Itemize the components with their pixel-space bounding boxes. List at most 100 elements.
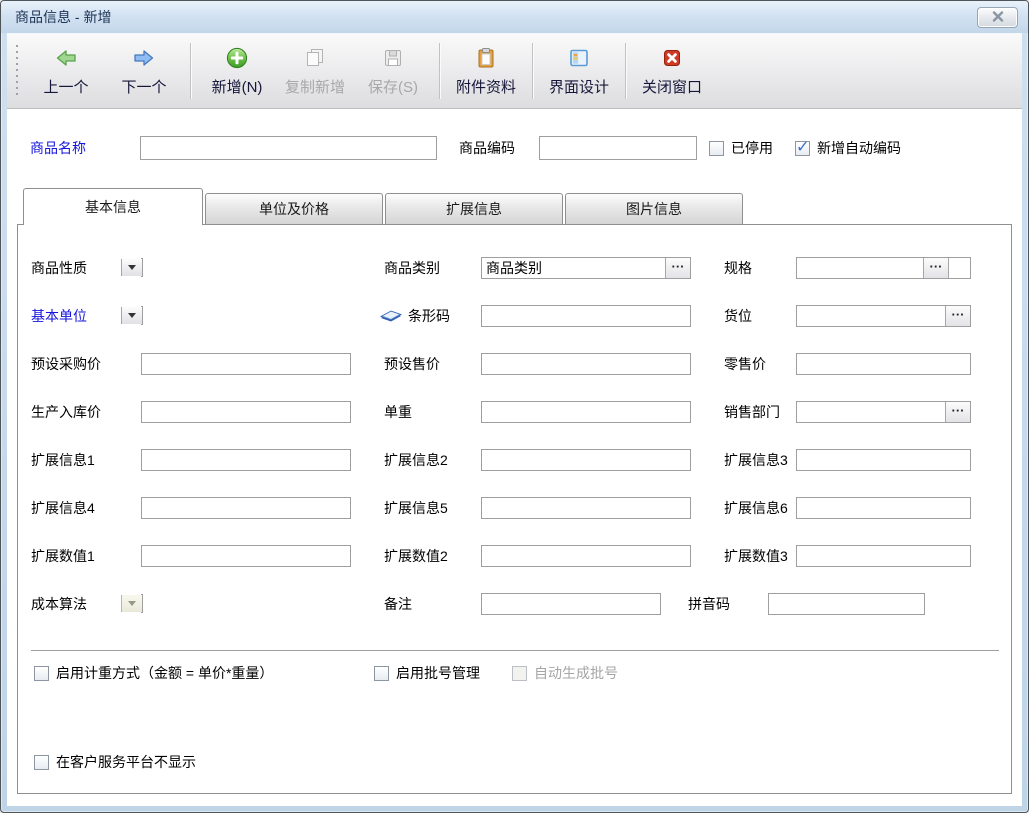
- pinyin-code-input[interactable]: [768, 593, 925, 615]
- product-code-label: 商品编码: [459, 138, 539, 158]
- ext-info-2-input[interactable]: [481, 449, 691, 471]
- sales-department-label: 销售部门: [724, 402, 796, 422]
- checkmark-icon: ✓: [796, 137, 809, 157]
- save-button[interactable]: 保存(S): [354, 37, 432, 105]
- weighing-mode-checkbox-label: 启用计重方式（金额 = 单价*重量）: [56, 663, 358, 683]
- checkbox-box[interactable]: [709, 141, 724, 156]
- tab-unit-price[interactable]: 单位及价格: [205, 193, 383, 224]
- preset-purchase-price-input[interactable]: [141, 353, 351, 375]
- ext-info-1-label: 扩展信息1: [31, 450, 141, 470]
- add-new-button[interactable]: 新增(N): [198, 37, 276, 105]
- ext-num-3-input[interactable]: [796, 545, 971, 567]
- production-in-price-input[interactable]: [141, 401, 351, 423]
- form-row: 扩展信息1 扩展信息2 扩展信息3: [18, 436, 1011, 484]
- previous-button[interactable]: 上一个: [27, 37, 105, 105]
- spec-browse-button[interactable]: ···: [923, 258, 948, 278]
- dialog-client-area: 上一个 下一个: [7, 33, 1022, 806]
- spec-extra-segment: [948, 258, 970, 278]
- remark-input[interactable]: [481, 593, 661, 615]
- book-icon: [378, 305, 404, 325]
- storage-bin-field[interactable]: ···: [796, 305, 971, 327]
- batch-management-checkbox[interactable]: 启用批号管理: [374, 663, 496, 683]
- sales-department-browse-button[interactable]: ···: [945, 402, 970, 422]
- product-name-input[interactable]: [140, 136, 437, 160]
- disabled-checkbox[interactable]: 已停用: [709, 138, 773, 158]
- disabled-checkbox-label: 已停用: [731, 138, 773, 158]
- ext-info-3-input[interactable]: [796, 449, 971, 471]
- batch-management-checkbox-label: 启用批号管理: [396, 663, 496, 683]
- checkbox-box[interactable]: [374, 666, 389, 681]
- form-row: 扩展信息4 扩展信息5 扩展信息6: [18, 484, 1011, 532]
- unit-weight-input[interactable]: [481, 401, 691, 423]
- chevron-down-icon[interactable]: [121, 259, 142, 276]
- tab-image-info[interactable]: 图片信息: [565, 193, 743, 224]
- product-info-window: 商品信息 - 新增 上一个 下一个: [0, 0, 1029, 813]
- product-nature-combo[interactable]: 商品: [141, 258, 143, 277]
- tab-extended-info[interactable]: 扩展信息: [385, 193, 563, 224]
- ui-design-icon: [566, 45, 592, 71]
- storage-bin-label: 货位: [724, 306, 796, 326]
- ui-design-button-label: 界面设计: [549, 76, 609, 97]
- close-window-button[interactable]: 关闭窗口: [633, 37, 711, 105]
- product-code-input[interactable]: [539, 136, 697, 160]
- preset-sale-price-input[interactable]: [481, 353, 691, 375]
- auto-batch-checkbox-label: 自动生成批号: [534, 663, 618, 683]
- next-button[interactable]: 下一个: [105, 37, 183, 105]
- ext-info-6-label: 扩展信息6: [724, 498, 796, 518]
- storage-bin-browse-button[interactable]: ···: [945, 306, 970, 326]
- ext-num-2-input[interactable]: [481, 545, 691, 567]
- ext-info-2-label: 扩展信息2: [384, 450, 481, 470]
- tab-basic-info[interactable]: 基本信息: [23, 188, 203, 225]
- hide-on-platform-checkbox[interactable]: 在客户服务平台不显示: [34, 752, 196, 772]
- ext-num-2-label: 扩展数值2: [384, 546, 481, 566]
- barcode-label: 条形码: [408, 306, 450, 326]
- autocode-checkbox[interactable]: ✓ 新增自动编码: [795, 138, 901, 158]
- toolbar-separator: [625, 43, 626, 99]
- ext-num-3-label: 扩展数值3: [724, 546, 796, 566]
- product-category-label: 商品类别: [384, 258, 481, 278]
- add-icon: [224, 45, 250, 71]
- arrow-left-icon: [53, 45, 79, 71]
- ext-num-1-label: 扩展数值1: [31, 546, 141, 566]
- ext-info-3-label: 扩展信息3: [724, 450, 796, 470]
- checkbox-box[interactable]: ✓: [795, 141, 810, 156]
- toolbar-grip-handle[interactable]: [15, 45, 19, 97]
- ext-info-1-input[interactable]: [141, 449, 351, 471]
- ui-design-button[interactable]: 界面设计: [540, 37, 618, 105]
- close-window-button-label: 关闭窗口: [642, 76, 702, 97]
- window-close-button[interactable]: [977, 7, 1018, 28]
- form-row: 预设采购价 预设售价 零售价: [18, 340, 1011, 388]
- chevron-down-icon: [121, 595, 142, 612]
- ext-info-4-input[interactable]: [141, 497, 351, 519]
- checkbox-box: [512, 666, 527, 681]
- retail-price-input[interactable]: [796, 353, 971, 375]
- preset-sale-price-label: 预设售价: [384, 354, 481, 374]
- attachments-button[interactable]: 附件资料: [447, 37, 525, 105]
- sales-department-input[interactable]: [797, 402, 945, 422]
- product-category-input[interactable]: [482, 258, 665, 278]
- toolbar-separator: [190, 43, 191, 99]
- checkbox-box[interactable]: [34, 666, 49, 681]
- chevron-down-icon[interactable]: [121, 307, 142, 324]
- sales-department-field[interactable]: ···: [796, 401, 971, 423]
- retail-price-label: 零售价: [724, 354, 796, 374]
- autocode-checkbox-label: 新增自动编码: [817, 138, 901, 158]
- ext-info-5-input[interactable]: [481, 497, 691, 519]
- product-category-browse-button[interactable]: ···: [665, 258, 690, 278]
- product-category-field[interactable]: ···: [481, 257, 691, 279]
- copy-new-button[interactable]: 复制新增: [276, 37, 354, 105]
- barcode-input[interactable]: [481, 305, 691, 327]
- product-name-label: 商品名称: [30, 138, 140, 158]
- next-button-label: 下一个: [121, 76, 166, 97]
- spec-input[interactable]: [797, 258, 923, 278]
- checkbox-box[interactable]: [34, 755, 49, 770]
- form-row: 成本算法 移动加权平均法 备注 拼音码: [18, 580, 1011, 628]
- ext-num-1-input[interactable]: [141, 545, 351, 567]
- ext-info-6-input[interactable]: [796, 497, 971, 519]
- add-new-button-label: 新增(N): [212, 76, 263, 97]
- copy-icon: [302, 45, 328, 71]
- base-unit-combo[interactable]: [141, 306, 143, 325]
- weighing-mode-checkbox[interactable]: 启用计重方式（金额 = 单价*重量）: [34, 663, 358, 683]
- storage-bin-input[interactable]: [797, 306, 945, 326]
- spec-field[interactable]: ···: [796, 257, 971, 279]
